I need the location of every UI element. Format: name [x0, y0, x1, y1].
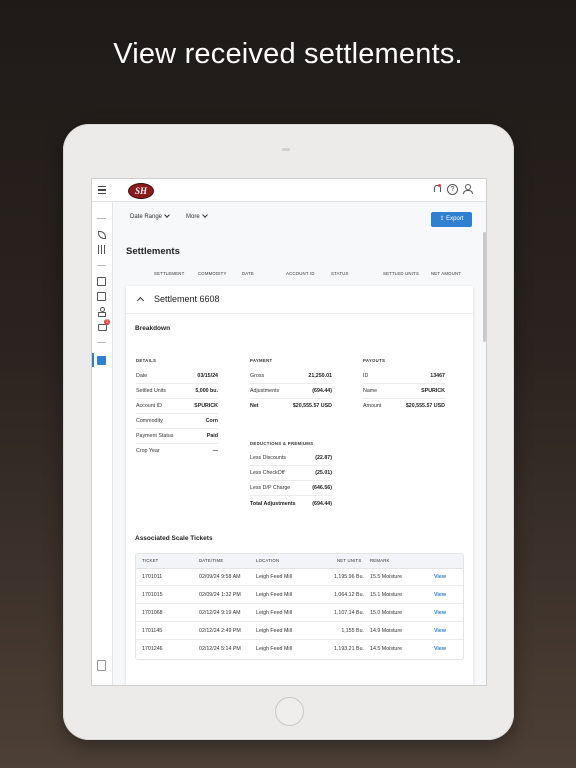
- page-title: Settlements: [126, 246, 180, 257]
- table-row[interactable]: 1701011 02/09/24 9:58 AM Leigh Feed Mill…: [136, 568, 463, 586]
- table-row[interactable]: 1701015 02/09/24 1:32 PM Leigh Feed Mill…: [136, 586, 463, 604]
- help-icon[interactable]: ?: [447, 184, 458, 195]
- user-icon[interactable]: [462, 184, 473, 194]
- view-link[interactable]: View: [434, 646, 446, 652]
- scale-tickets-table: TICKET DATE/TIME LOCATION NET UNITS REMA…: [135, 553, 464, 660]
- nav-divider: [97, 218, 106, 219]
- column-header-settled-units[interactable]: SETTLED UNITS: [383, 271, 419, 276]
- side-nav: 1: [92, 202, 113, 685]
- trash-icon[interactable]: [97, 660, 106, 671]
- company-logo[interactable]: SH: [128, 183, 154, 199]
- nav-divider: [97, 342, 106, 343]
- scrollbar[interactable]: [483, 232, 486, 342]
- person-icon[interactable]: [97, 307, 106, 317]
- date-range-filter[interactable]: Date Range: [130, 212, 170, 220]
- settlement-header[interactable]: Settlement 6608: [126, 286, 473, 314]
- nav-divider: [97, 265, 106, 266]
- notification-badge: 1: [104, 319, 110, 325]
- chevron-down-icon: [164, 212, 170, 218]
- table-header: TICKET DATE/TIME LOCATION NET UNITS REMA…: [136, 554, 463, 569]
- deduction-row: Less CheckOff (25.01): [250, 466, 332, 481]
- scale-tickets-heading: Associated Scale Tickets: [135, 535, 213, 542]
- date-range-label: Date Range: [130, 214, 163, 220]
- payout-row: ID 13467: [363, 369, 445, 384]
- camera-icon: [282, 148, 290, 151]
- detail-row: Settled Units 5,000 bu.: [136, 384, 218, 399]
- view-link[interactable]: View: [434, 574, 446, 580]
- detail-row: Payment Status Paid: [136, 429, 218, 444]
- column-header-settlement[interactable]: SETTLEMENT: [154, 271, 184, 276]
- payment-row: Adjustments (694.44): [250, 384, 332, 399]
- payout-row: Amount $20,555.57 USD: [363, 403, 445, 409]
- payout-row: Name SPURICK: [363, 384, 445, 399]
- payment-row: Gross 21,250.01: [250, 369, 332, 384]
- export-label: Export: [446, 216, 464, 222]
- settlement-doc-icon[interactable]: [97, 356, 106, 365]
- column-header[interactable]: LOCATION: [256, 558, 279, 563]
- deduction-row: Less D/P Charge (646.56): [250, 481, 332, 496]
- detail-row: Crop Year —: [136, 448, 218, 454]
- breakdown-heading: Breakdown: [135, 325, 171, 332]
- hamburger-icon[interactable]: [98, 186, 106, 194]
- details-heading: DETAILS: [136, 358, 157, 363]
- top-bar: SH ?: [92, 179, 486, 202]
- detail-row: Account ID SPURICK: [136, 399, 218, 414]
- view-link[interactable]: View: [434, 628, 446, 634]
- column-header-account-id[interactable]: ACCOUNT ID: [286, 271, 315, 276]
- column-header[interactable]: NET UNITS: [337, 558, 361, 563]
- column-header[interactable]: TICKET: [142, 558, 158, 563]
- truck-icon[interactable]: 1: [97, 319, 110, 331]
- leaf-icon[interactable]: [97, 230, 106, 239]
- settlement-card: Settlement 6608 Breakdown DETAILS Date 03…: [126, 286, 473, 685]
- column-header[interactable]: REMARK: [370, 558, 390, 563]
- column-header-commodity[interactable]: COMMODITY: [198, 271, 227, 276]
- payouts-heading: PAYOUTS: [363, 358, 386, 363]
- export-button[interactable]: ⇪ Export: [431, 212, 472, 227]
- table-row[interactable]: 1701145 02/12/24 2:49 PM Leigh Feed Mill…: [136, 622, 463, 640]
- chevron-down-icon: [201, 212, 208, 218]
- view-link[interactable]: View: [434, 610, 446, 616]
- deductions-heading: DEDUCTIONS & PREMIUMS: [250, 441, 314, 446]
- deduction-row: Less Discounts (22.87): [250, 451, 332, 466]
- payment-heading: PAYMENT: [250, 358, 273, 363]
- column-header-status[interactable]: STATUS: [331, 271, 349, 276]
- table-row[interactable]: 1701246 02/12/24 5:14 PM Leigh Feed Mill…: [136, 640, 463, 658]
- deduction-row: Total Adjustments (694.44): [250, 501, 332, 507]
- archive-icon[interactable]: [97, 277, 106, 286]
- settlement-title: Settlement 6608: [154, 294, 220, 304]
- active-indicator: [92, 353, 94, 367]
- marketing-headline: View received settlements.: [113, 38, 463, 70]
- detail-row: Commodity Corn: [136, 414, 218, 429]
- chevron-up-icon[interactable]: [136, 296, 145, 305]
- column-header[interactable]: DATE/TIME: [199, 558, 223, 563]
- table-row[interactable]: 1701068 02/12/24 9:19 AM Leigh Feed Mill…: [136, 604, 463, 622]
- document-icon[interactable]: [97, 292, 106, 301]
- tablet-frame: SH ? 1 Date Range More ⇪ Export Settleme…: [63, 124, 514, 740]
- more-label: More: [186, 214, 200, 220]
- bell-icon[interactable]: [432, 184, 442, 194]
- main-content: Date Range More ⇪ Export Settlements SET…: [113, 202, 486, 685]
- more-filter[interactable]: More: [186, 212, 208, 220]
- view-link[interactable]: View: [434, 592, 446, 598]
- column-header-net-amount[interactable]: NET AMOUNT: [431, 271, 461, 276]
- sliders-icon[interactable]: [97, 245, 106, 254]
- home-button[interactable]: [275, 697, 304, 726]
- app-screen: SH ? 1 Date Range More ⇪ Export Settleme…: [91, 178, 487, 686]
- payment-row: Net $20,555.57 USD: [250, 403, 332, 409]
- column-header-date[interactable]: DATE: [242, 271, 254, 276]
- detail-row: Date 03/15/24: [136, 369, 218, 384]
